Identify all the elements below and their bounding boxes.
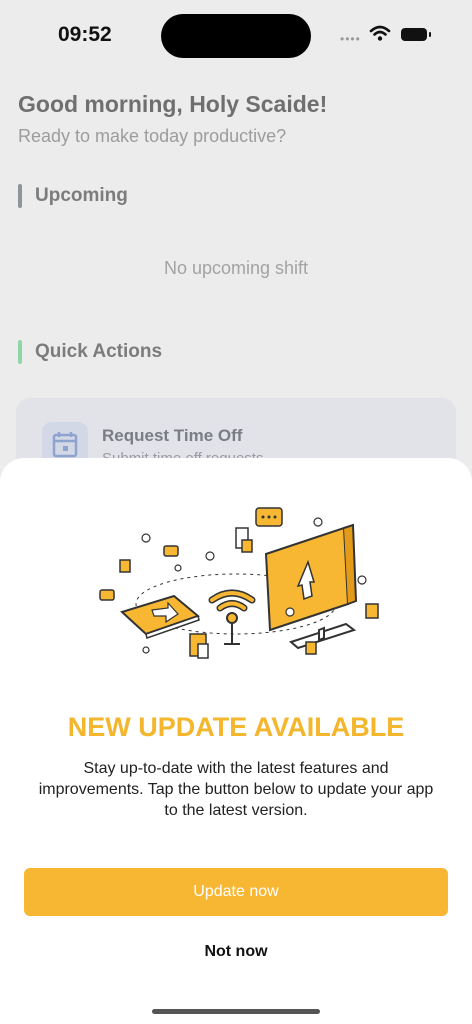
quick-actions-heading: Quick Actions bbox=[35, 341, 163, 362]
not-now-button[interactable]: Not now bbox=[136, 936, 336, 968]
quick-actions-accent-bar bbox=[18, 340, 22, 364]
wifi-icon bbox=[369, 25, 391, 41]
update-bottom-sheet: NEW UPDATE AVAILABLE Stay up-to-date wit… bbox=[0, 458, 472, 1024]
greeting-subtitle: Ready to make today productive? bbox=[18, 126, 287, 146]
greeting-title: Good morning, Holy Scaide! bbox=[18, 91, 328, 117]
signal-dots-icon: •••• bbox=[340, 32, 361, 46]
request-time-off-title: Request Time Off bbox=[102, 426, 243, 445]
update-illustration bbox=[99, 507, 379, 659]
update-description: Stay up-to-date with the latest features… bbox=[38, 760, 434, 819]
upcoming-accent-bar bbox=[18, 184, 22, 208]
home-indicator[interactable] bbox=[152, 1009, 320, 1014]
update-title: NEW UPDATE AVAILABLE bbox=[67, 712, 405, 742]
update-now-button[interactable]: Update now bbox=[24, 868, 448, 916]
status-bar: 09:52 •••• bbox=[0, 0, 472, 70]
upcoming-heading: Upcoming bbox=[35, 185, 128, 206]
dynamic-island bbox=[161, 14, 311, 58]
battery-icon bbox=[401, 28, 431, 41]
status-time: 09:52 bbox=[58, 23, 112, 46]
no-upcoming-shift-text: No upcoming shift bbox=[163, 258, 309, 278]
